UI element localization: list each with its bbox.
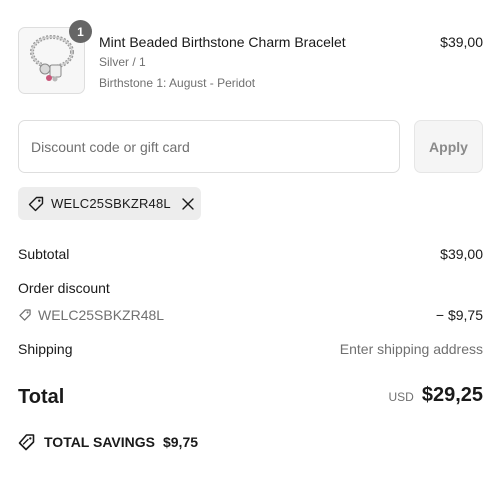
- tag-icon: [27, 195, 45, 213]
- order-discount-label: Order discount: [18, 280, 110, 296]
- subtotal-value: $39,00: [440, 246, 483, 262]
- savings-label: TOTAL SAVINGS: [44, 434, 155, 450]
- subtotal-label: Subtotal: [18, 246, 70, 262]
- product-name: Mint Beaded Birthstone Charm Bracelet: [99, 34, 346, 50]
- applied-discount-chip: WELC25SBKZR48L: [18, 187, 201, 220]
- total-value-group: USD $29,25: [388, 384, 483, 407]
- shipping-value: Enter shipping address: [339, 341, 483, 357]
- line-item: 1 Mint Beaded Birthstone Charm Bracelet …: [18, 20, 483, 95]
- savings-value: $9,75: [162, 434, 199, 450]
- discount-value: − $9,75: [435, 307, 483, 323]
- savings-tag-icon: [18, 434, 35, 451]
- applied-code-label: WELC25SBKZR48L: [51, 196, 171, 211]
- product-variant: Silver / 1: [99, 55, 146, 69]
- apply-button[interactable]: Apply: [414, 120, 483, 173]
- total-currency: USD: [388, 390, 414, 404]
- close-icon[interactable]: [181, 197, 195, 211]
- quantity-badge: 1: [69, 20, 92, 43]
- total-amount: $29,25: [421, 384, 483, 406]
- discount-code-line: WELC25SBKZR48L: [18, 307, 164, 323]
- total-label: Total: [18, 386, 65, 408]
- discount-code-text: WELC25SBKZR48L: [38, 307, 165, 323]
- discount-code-input[interactable]: [18, 120, 400, 173]
- product-property: Birthstone 1: August - Peridot: [99, 76, 256, 90]
- shipping-label: Shipping: [18, 341, 73, 357]
- total-savings: TOTAL SAVINGS $9,75: [18, 433, 198, 451]
- product-price: $39,00: [440, 34, 483, 50]
- tag-icon: [19, 309, 31, 321]
